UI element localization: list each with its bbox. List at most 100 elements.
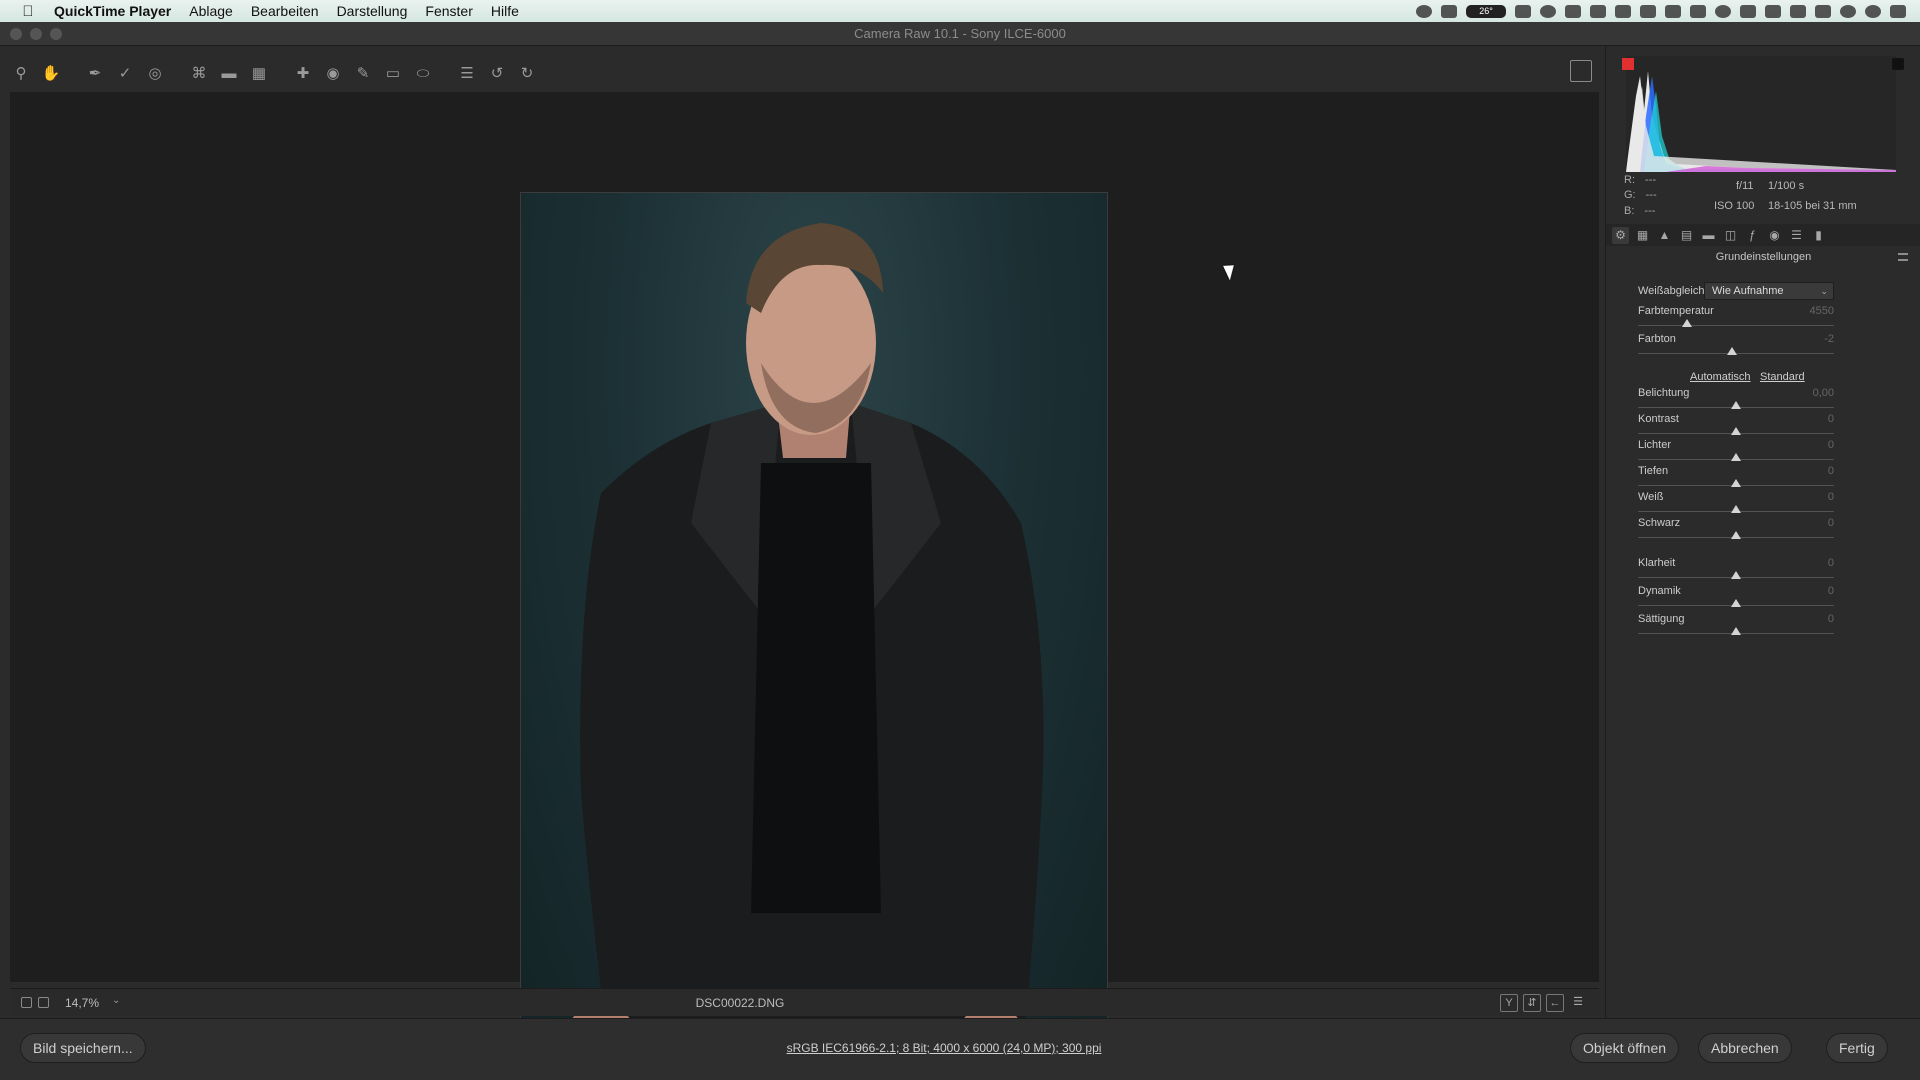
panel-menu-icon[interactable] [1898, 253, 1908, 261]
tab-effects-icon[interactable]: ƒ [1744, 227, 1761, 244]
slider-thumb-kontrast[interactable] [1731, 427, 1741, 435]
app-status-icon[interactable] [1441, 4, 1457, 18]
apple-menu-icon[interactable]:  [18, 3, 38, 20]
slider-value-sättigung[interactable]: 0 [1786, 613, 1834, 625]
zoom-tool-icon[interactable]: ⚲ [10, 62, 32, 84]
tab-snapshots-icon[interactable]: ▮ [1810, 227, 1827, 244]
slider-value-farbtemperatur[interactable]: 4550 [1786, 305, 1834, 317]
shadow-clipping-warning-icon[interactable] [1622, 58, 1634, 70]
bookmark-icon[interactable] [1615, 4, 1631, 18]
siri-icon[interactable] [1865, 4, 1881, 18]
auto-link[interactable]: Automatisch [1690, 371, 1751, 383]
tab-detail-icon[interactable]: ▲ [1656, 227, 1673, 244]
tab-lens-corrections-icon[interactable]: ◫ [1722, 227, 1739, 244]
default-link[interactable]: Standard [1760, 371, 1805, 383]
white-balance-select[interactable]: Wie Aufnahme ⌄ [1704, 282, 1834, 300]
menu-fenster[interactable]: Fenster [425, 3, 472, 19]
hd-icon[interactable] [1665, 4, 1681, 18]
hand-tool-icon[interactable]: ✋ [40, 62, 62, 84]
highlight-clipping-warning-icon[interactable] [1892, 58, 1904, 70]
tab-camera-calibration-icon[interactable]: ◉ [1766, 227, 1783, 244]
wifi-icon[interactable] [1765, 4, 1781, 18]
tab-presets-icon[interactable]: ☰ [1788, 227, 1805, 244]
slider-value-weiß[interactable]: 0 [1786, 491, 1834, 503]
workflow-options-link[interactable]: sRGB IEC61966-2.1; 8 Bit; 4000 x 6000 (2… [600, 1041, 1288, 1055]
slider-thumb-weiß[interactable] [1731, 505, 1741, 513]
dropbox-icon[interactable] [1590, 4, 1606, 18]
slider-thumb-farbton[interactable] [1727, 347, 1738, 355]
slider-thumb-schwarz[interactable] [1731, 531, 1741, 539]
white-balance-tool-icon[interactable]: ✒ [84, 62, 106, 84]
spot-removal-tool-icon[interactable]: ✚ [292, 62, 314, 84]
slider-value-lichter[interactable]: 0 [1786, 439, 1834, 451]
done-button[interactable]: Fertig [1826, 1033, 1888, 1063]
cloud-icon[interactable] [1540, 4, 1556, 18]
slider-thumb-tiefen[interactable] [1731, 479, 1741, 487]
open-object-button[interactable]: Objekt öffnen [1570, 1033, 1680, 1063]
preferences-icon[interactable]: ☰ [456, 62, 478, 84]
bluetooth-icon[interactable] [1740, 4, 1756, 18]
copy-settings-icon[interactable]: ← [1546, 994, 1564, 1012]
adjustment-brush-icon[interactable]: ✎ [352, 62, 374, 84]
airplay-icon[interactable] [1790, 4, 1806, 18]
slider-thumb-farbtemperatur[interactable] [1682, 319, 1692, 327]
menu-ablage[interactable]: Ablage [189, 3, 233, 19]
crop-tool-icon[interactable]: ⌘ [188, 62, 210, 84]
notification-center-icon[interactable] [1890, 4, 1906, 18]
menu-bearbeiten[interactable]: Bearbeiten [251, 3, 319, 19]
slider-thumb-sättigung[interactable] [1731, 627, 1741, 635]
slider-label-sättigung: Sättigung [1638, 613, 1685, 625]
tab-hsl-icon[interactable]: ▤ [1678, 227, 1695, 244]
slider-thumb-klarheit[interactable] [1731, 571, 1741, 579]
straighten-tool-icon[interactable]: ▬ [218, 62, 240, 84]
slider-thumb-dynamik[interactable] [1731, 599, 1741, 607]
temperature-badge[interactable]: 26° [1466, 4, 1506, 18]
radial-filter-icon[interactable]: ⬭ [412, 62, 434, 84]
slider-value-belichtung[interactable]: 0,00 [1786, 387, 1834, 399]
slider-thumb-belichtung[interactable] [1731, 401, 1741, 409]
menu-darstellung[interactable]: Darstellung [337, 3, 408, 19]
battery-app-icon[interactable] [1515, 4, 1531, 18]
transform-tool-icon[interactable]: ▦ [248, 62, 270, 84]
graduated-filter-icon[interactable]: ▭ [382, 62, 404, 84]
slider-track-farbtemperatur[interactable] [1638, 325, 1834, 326]
swap-settings-icon[interactable]: ⇵ [1523, 994, 1541, 1012]
rotate-left-icon[interactable]: ↺ [486, 62, 508, 84]
save-image-button[interactable]: Bild speichern... [20, 1033, 146, 1063]
tab-basic-icon[interactable]: ⚙ [1612, 226, 1629, 244]
slider-value-schwarz[interactable]: 0 [1786, 517, 1834, 529]
slider-value-dynamik[interactable]: 0 [1786, 585, 1834, 597]
zoom-window-button[interactable] [50, 28, 62, 40]
tab-tone-curve-icon[interactable]: ▦ [1634, 227, 1651, 244]
histogram-graph [1626, 71, 1896, 172]
sync-icon[interactable] [1565, 4, 1581, 18]
fullscreen-toggle-icon[interactable] [1570, 60, 1592, 82]
minimize-window-button[interactable] [30, 28, 42, 40]
slider-value-klarheit[interactable]: 0 [1786, 557, 1834, 569]
slider-value-kontrast[interactable]: 0 [1786, 413, 1834, 425]
red-eye-tool-icon[interactable]: ◉ [322, 62, 344, 84]
view-options-icon[interactable]: ☰ [1569, 994, 1587, 1012]
time-machine-icon[interactable] [1715, 4, 1731, 18]
image-canvas[interactable] [10, 92, 1599, 1072]
menu-app-name[interactable]: QuickTime Player [54, 3, 171, 19]
notification-icon[interactable] [1640, 4, 1656, 18]
adjustments-panel: R: --- G: --- B: --- f/11 1/100 s ISO 100 1… [1605, 46, 1920, 1018]
rotate-right-icon[interactable]: ↻ [516, 62, 538, 84]
targeted-adjustment-tool-icon[interactable]: ◎ [144, 62, 166, 84]
close-window-button[interactable] [10, 28, 22, 40]
slider-value-tiefen[interactable]: 0 [1786, 465, 1834, 477]
slider-thumb-lichter[interactable] [1731, 453, 1741, 461]
cancel-button[interactable]: Abbrechen [1698, 1033, 1792, 1063]
color-sampler-tool-icon[interactable]: ✓ [114, 62, 136, 84]
messages-icon[interactable] [1690, 4, 1706, 18]
battery-icon[interactable] [1815, 4, 1831, 18]
tab-split-toning-icon[interactable]: ▬ [1700, 227, 1717, 244]
before-after-view-icon[interactable]: Y [1500, 994, 1518, 1012]
tool-bar: ⚲ ✋ ✒ ✓ ◎ ⌘ ▬ ▦ ✚ ◉ ✎ ▭ ⬭ ☰ ↺ ↻ [10, 56, 1600, 90]
menu-hilfe[interactable]: Hilfe [491, 3, 519, 19]
spotlight-icon[interactable] [1840, 4, 1856, 18]
photo-preview[interactable] [520, 192, 1108, 1072]
slider-value-farbton[interactable]: -2 [1786, 333, 1834, 345]
record-icon[interactable] [1416, 4, 1432, 18]
